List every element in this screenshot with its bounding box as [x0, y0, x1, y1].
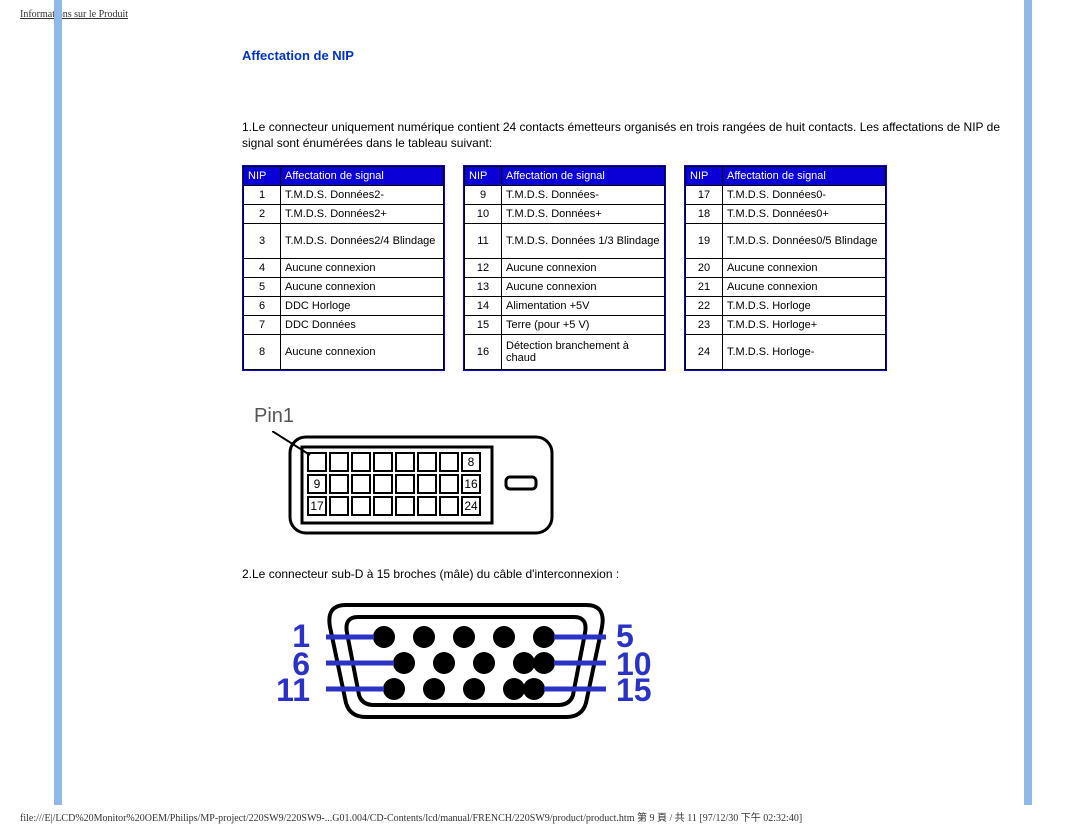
col-header-nip: NIP: [465, 167, 502, 186]
section-title: Affectation de NIP: [242, 48, 1012, 63]
pin-signal: Alimentation +5V: [502, 297, 665, 316]
pin-signal: T.M.D.S. Données2+: [281, 205, 444, 224]
pin-table-frame-b: NIP Affectation de signal 9T.M.D.S. Donn…: [463, 165, 666, 371]
pin-num: 23: [686, 316, 723, 335]
dvi-connector-figure: Pin1 8 9 16 17: [254, 407, 1012, 557]
pin-num: 17: [686, 186, 723, 205]
pin-num: 7: [244, 316, 281, 335]
pin-signal: Aucune connexion: [281, 259, 444, 278]
pin-num: 22: [686, 297, 723, 316]
pin-num: 16: [465, 335, 502, 370]
pin-signal: T.M.D.S. Données0/5 Blindage: [723, 224, 886, 259]
pin-signal: T.M.D.S. Horloge+: [723, 316, 886, 335]
vga-connector-icon: 1 6 11 5 10 15: [266, 593, 666, 723]
col-header-signal: Affectation de signal: [502, 167, 665, 186]
pin-signal: Aucune connexion: [281, 278, 444, 297]
vga-row3-start-label: 11: [276, 672, 310, 708]
pin-num: 24: [686, 335, 723, 370]
pin-num: 4: [244, 259, 281, 278]
pin-signal: Aucune connexion: [723, 278, 886, 297]
pin-signal: DDC Données: [281, 316, 444, 335]
pin-signal: T.M.D.S. Données0+: [723, 205, 886, 224]
pin-num: 20: [686, 259, 723, 278]
pin-num: 12: [465, 259, 502, 278]
pin-signal: T.M.D.S. Données 1/3 Blindage: [502, 224, 665, 259]
pin-num: 14: [465, 297, 502, 316]
col-header-signal: Affectation de signal: [281, 167, 444, 186]
pin-signal: T.M.D.S. Données-: [502, 186, 665, 205]
dvi-row2-end-label: 16: [464, 477, 478, 491]
dvi-row2-start-label: 9: [314, 477, 321, 491]
pin-num: 1: [244, 186, 281, 205]
pin-signal: Détection branchement à chaud: [502, 335, 665, 370]
pin-num: 15: [465, 316, 502, 335]
pin-signal: T.M.D.S. Données0-: [723, 186, 886, 205]
pin-signal: Aucune connexion: [723, 259, 886, 278]
pin-table-c: NIP Affectation de signal 17T.M.D.S. Don…: [685, 166, 886, 370]
page-header-title: Informations sur le Produit: [20, 9, 128, 20]
pin-num: 10: [465, 205, 502, 224]
col-header-signal: Affectation de signal: [723, 167, 886, 186]
pin-signal: Aucune connexion: [502, 259, 665, 278]
pin-table-frame-c: NIP Affectation de signal 17T.M.D.S. Don…: [684, 165, 887, 371]
pin-signal: DDC Horloge: [281, 297, 444, 316]
pin-signal: T.M.D.S. Données+: [502, 205, 665, 224]
pin-num: 2: [244, 205, 281, 224]
main-content: Affectation de NIP 1.Le connecteur uniqu…: [242, 48, 1012, 723]
right-accent-bar: [1024, 0, 1032, 805]
pin-num: 19: [686, 224, 723, 259]
pin-table-frame-a: NIP Affectation de signal 1T.M.D.S. Donn…: [242, 165, 445, 371]
pin-signal: Aucune connexion: [281, 335, 444, 370]
pin-num: 6: [244, 297, 281, 316]
pin-num: 9: [465, 186, 502, 205]
pin-signal: T.M.D.S. Horloge: [723, 297, 886, 316]
dvi-pin1-label: Pin1: [254, 405, 294, 428]
dvi-connector-icon: 8 9 16 17 24: [272, 431, 562, 541]
pin-tables-row: NIP Affectation de signal 1T.M.D.S. Donn…: [242, 165, 1012, 371]
pin-num: 8: [244, 335, 281, 370]
pin-num: 5: [244, 278, 281, 297]
pin-table-b: NIP Affectation de signal 9T.M.D.S. Donn…: [464, 166, 665, 370]
intro-paragraph-1: 1.Le connecteur uniquement numérique con…: [242, 119, 1012, 151]
pin-signal: Aucune connexion: [502, 278, 665, 297]
pin-num: 21: [686, 278, 723, 297]
intro-paragraph-2: 2.Le connecteur sub-D à 15 broches (mâle…: [242, 567, 1012, 581]
pin-table-a: NIP Affectation de signal 1T.M.D.S. Donn…: [243, 166, 444, 370]
left-accent-bar: [54, 0, 62, 805]
pin-signal: T.M.D.S. Données2/4 Blindage: [281, 224, 444, 259]
pin-num: 3: [244, 224, 281, 259]
pin-signal: Terre (pour +5 V): [502, 316, 665, 335]
pin-num: 18: [686, 205, 723, 224]
pin-signal: T.M.D.S. Données2-: [281, 186, 444, 205]
pin-num: 11: [465, 224, 502, 259]
col-header-nip: NIP: [686, 167, 723, 186]
dvi-row3-start-label: 17: [310, 499, 324, 513]
footer-file-path: file:///E|/LCD%20Monitor%20OEM/Philips/M…: [20, 809, 802, 824]
dvi-row1-end-label: 8: [468, 455, 475, 469]
pin-signal: T.M.D.S. Horloge-: [723, 335, 886, 370]
col-header-nip: NIP: [244, 167, 281, 186]
pin-num: 13: [465, 278, 502, 297]
dvi-row3-end-label: 24: [464, 499, 478, 513]
vga-row3-end-label: 15: [616, 672, 652, 708]
